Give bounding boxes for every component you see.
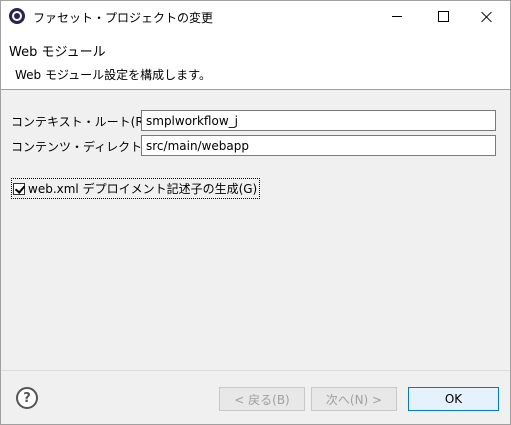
close-icon [481, 11, 493, 23]
maximize-button[interactable] [420, 1, 466, 32]
minimize-button[interactable] [374, 1, 420, 32]
header-panel: Web モジュール Web モジュール設定を構成します。 [1, 32, 510, 89]
content-directory-input[interactable] [141, 135, 496, 156]
page-title: Web モジュール [9, 45, 106, 60]
footer-divider [1, 370, 510, 371]
maximize-icon [437, 11, 449, 22]
help-button[interactable]: ? [16, 387, 38, 409]
ok-button[interactable]: OK [408, 387, 499, 411]
next-button[interactable]: 次へ(N) > [311, 387, 397, 411]
page-description: Web モジュール設定を構成します。 [15, 68, 211, 82]
help-icon: ? [23, 390, 31, 406]
header-divider [1, 89, 510, 90]
eclipse-icon [9, 8, 25, 24]
dialog-window: ファセット・プロジェクトの変更 Web モジュール Web モジュール設定を構成… [0, 0, 511, 425]
context-root-input[interactable] [141, 110, 496, 131]
title-bar[interactable]: ファセット・プロジェクトの変更 [1, 1, 510, 32]
context-root-label: コンテキスト・ルート(R): [11, 115, 153, 129]
minimize-icon [392, 16, 402, 17]
back-button[interactable]: < 戻る(B) [219, 387, 305, 411]
window-title: ファセット・プロジェクトの変更 [33, 11, 214, 25]
generate-descriptor-label[interactable]: web.xml デプロイメント記述子の生成(G) [28, 180, 257, 197]
generate-descriptor-checkbox-row[interactable]: web.xml デプロイメント記述子の生成(G) [11, 178, 261, 199]
generate-descriptor-checkbox[interactable] [13, 182, 25, 195]
close-button[interactable] [464, 1, 510, 32]
